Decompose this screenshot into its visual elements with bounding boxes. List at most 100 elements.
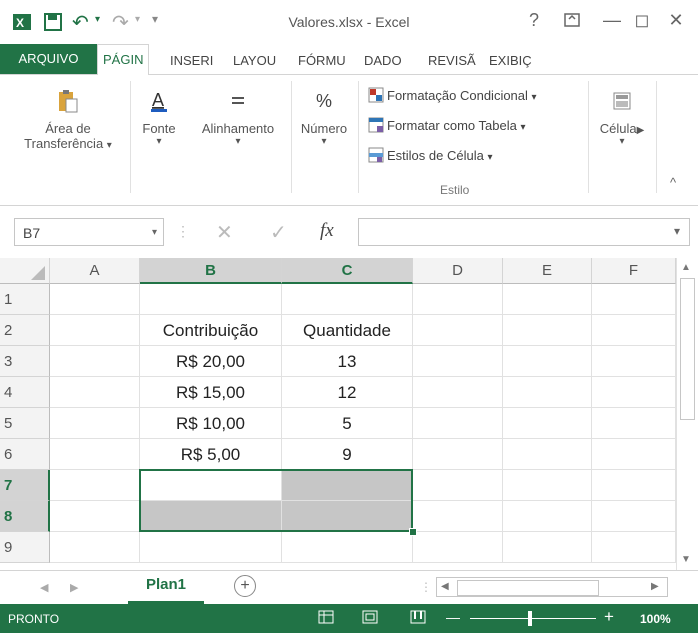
cell-c6[interactable]: 9 xyxy=(282,439,413,470)
page-break-view-icon[interactable] xyxy=(410,610,426,627)
sheet-tab-plan1[interactable]: Plan1 xyxy=(128,571,204,604)
cell-f6[interactable] xyxy=(592,439,676,470)
number-group[interactable]: % Número ▾ xyxy=(294,75,354,147)
cell-f4[interactable] xyxy=(592,377,676,408)
cell-f9[interactable] xyxy=(592,532,676,563)
column-header-a[interactable]: A xyxy=(50,258,140,284)
scroll-right-icon[interactable]: ▶ xyxy=(651,581,659,592)
cell-e5[interactable] xyxy=(503,408,592,439)
column-header-b[interactable]: B xyxy=(140,258,282,284)
cell-c5[interactable]: 5 xyxy=(282,408,413,439)
cell-d1[interactable] xyxy=(413,284,503,315)
cell-d2[interactable] xyxy=(413,315,503,346)
cell-c2[interactable]: Quantidade xyxy=(282,315,413,346)
scroll-up-icon[interactable]: ▲ xyxy=(681,262,691,273)
name-box-dropdown-icon[interactable]: ▾ xyxy=(152,219,157,247)
cell-f5[interactable] xyxy=(592,408,676,439)
cell-b4[interactable]: R$ 15,00 xyxy=(140,377,282,408)
tab-file[interactable]: ARQUIVO xyxy=(0,44,97,74)
add-sheet-button[interactable]: + xyxy=(234,575,256,597)
cell-b9[interactable] xyxy=(140,532,282,563)
cell-a9[interactable] xyxy=(50,532,140,563)
cell-d4[interactable] xyxy=(413,377,503,408)
zoom-level[interactable]: 100% xyxy=(640,612,671,626)
expand-formula-bar-icon[interactable]: ▾ xyxy=(674,224,680,238)
cell-c3[interactable]: 13 xyxy=(282,346,413,377)
cell-c4[interactable]: 12 xyxy=(282,377,413,408)
cell-e8[interactable] xyxy=(503,501,592,532)
cell-e1[interactable] xyxy=(503,284,592,315)
row-header-9[interactable]: 9 xyxy=(0,532,50,563)
column-header-e[interactable]: E xyxy=(503,258,592,284)
cell-b5[interactable]: R$ 10,00 xyxy=(140,408,282,439)
row-header-4[interactable]: 4 xyxy=(0,377,50,408)
tab-review[interactable]: REVISÃ xyxy=(428,53,476,68)
zoom-out-button[interactable]: — xyxy=(446,609,460,625)
collapse-ribbon-icon[interactable]: ^ xyxy=(670,175,676,190)
cell-a6[interactable] xyxy=(50,439,140,470)
column-header-d[interactable]: D xyxy=(413,258,503,284)
insert-function-icon[interactable]: fx xyxy=(320,220,334,242)
maximize-button[interactable]: ◻ xyxy=(630,10,654,31)
row-header-2[interactable]: 2 xyxy=(0,315,50,346)
cell-f2[interactable] xyxy=(592,315,676,346)
cell-e6[interactable] xyxy=(503,439,592,470)
cell-a7[interactable] xyxy=(50,470,140,501)
row-header-1[interactable]: 1 xyxy=(0,284,50,315)
cell-e2[interactable] xyxy=(503,315,592,346)
cells-group[interactable]: Célula▶ ▾ xyxy=(592,75,652,147)
alignment-group[interactable]: Alinhamento ▾ xyxy=(188,75,288,147)
scroll-down-icon[interactable]: ▼ xyxy=(681,554,691,565)
fill-handle[interactable] xyxy=(409,528,417,536)
cell-d7[interactable] xyxy=(413,470,503,501)
next-sheet-icon[interactable]: ▶ xyxy=(70,581,78,594)
cell-e4[interactable] xyxy=(503,377,592,408)
cell-a2[interactable] xyxy=(50,315,140,346)
row-header-8[interactable]: 8 xyxy=(0,501,50,532)
vertical-scrollbar[interactable]: ▲ ▼ xyxy=(676,258,697,570)
tab-splitter-icon[interactable]: ⋮ xyxy=(420,580,432,594)
cell-e9[interactable] xyxy=(503,532,592,563)
select-all-corner[interactable] xyxy=(0,258,50,284)
zoom-in-button[interactable]: + xyxy=(604,607,614,627)
cell-b3[interactable]: R$ 20,00 xyxy=(140,346,282,377)
cell-a1[interactable] xyxy=(50,284,140,315)
cell-b1[interactable] xyxy=(140,284,282,315)
format-as-table-button[interactable]: Formatar como Tabela ▾ xyxy=(368,117,525,133)
cell-a5[interactable] xyxy=(50,408,140,439)
cell-c9[interactable] xyxy=(282,532,413,563)
row-header-5[interactable]: 5 xyxy=(0,408,50,439)
horizontal-scrollbar[interactable]: ◀ ▶ xyxy=(436,577,668,597)
cell-b2[interactable]: Contribuição xyxy=(140,315,282,346)
cancel-formula-icon[interactable]: ✕ xyxy=(216,220,233,245)
cell-c1[interactable] xyxy=(282,284,413,315)
row-header-3[interactable]: 3 xyxy=(0,346,50,377)
cell-d6[interactable] xyxy=(413,439,503,470)
tab-view[interactable]: EXIBIÇ xyxy=(489,53,532,68)
formula-input[interactable] xyxy=(358,218,690,246)
tab-home[interactable]: PÁGIN xyxy=(97,44,150,76)
page-layout-view-icon[interactable] xyxy=(362,610,378,627)
cell-f3[interactable] xyxy=(592,346,676,377)
cell-f7[interactable] xyxy=(592,470,676,501)
prev-sheet-icon[interactable]: ◀ xyxy=(40,581,48,594)
font-group[interactable]: A Fonte ▾ xyxy=(134,75,184,147)
cell-e7[interactable] xyxy=(503,470,592,501)
horizontal-scroll-thumb[interactable] xyxy=(457,580,599,596)
zoom-slider-track[interactable] xyxy=(470,618,596,619)
help-button[interactable]: ? xyxy=(522,10,546,31)
cell-a3[interactable] xyxy=(50,346,140,377)
cell-styles-button[interactable]: Estilos de Célula ▾ xyxy=(368,147,492,163)
minimize-button[interactable]: — xyxy=(600,10,624,31)
cell-e3[interactable] xyxy=(503,346,592,377)
close-button[interactable]: ✕ xyxy=(664,10,688,31)
ribbon-display-options-icon[interactable] xyxy=(560,13,584,30)
cell-d3[interactable] xyxy=(413,346,503,377)
zoom-slider-thumb[interactable] xyxy=(528,611,532,626)
name-box[interactable]: B7 ▾ xyxy=(14,218,164,246)
vertical-scroll-thumb[interactable] xyxy=(680,278,695,420)
cell-d9[interactable] xyxy=(413,532,503,563)
row-header-7[interactable]: 7 xyxy=(0,470,50,501)
cell-a8[interactable] xyxy=(50,501,140,532)
cell-f1[interactable] xyxy=(592,284,676,315)
